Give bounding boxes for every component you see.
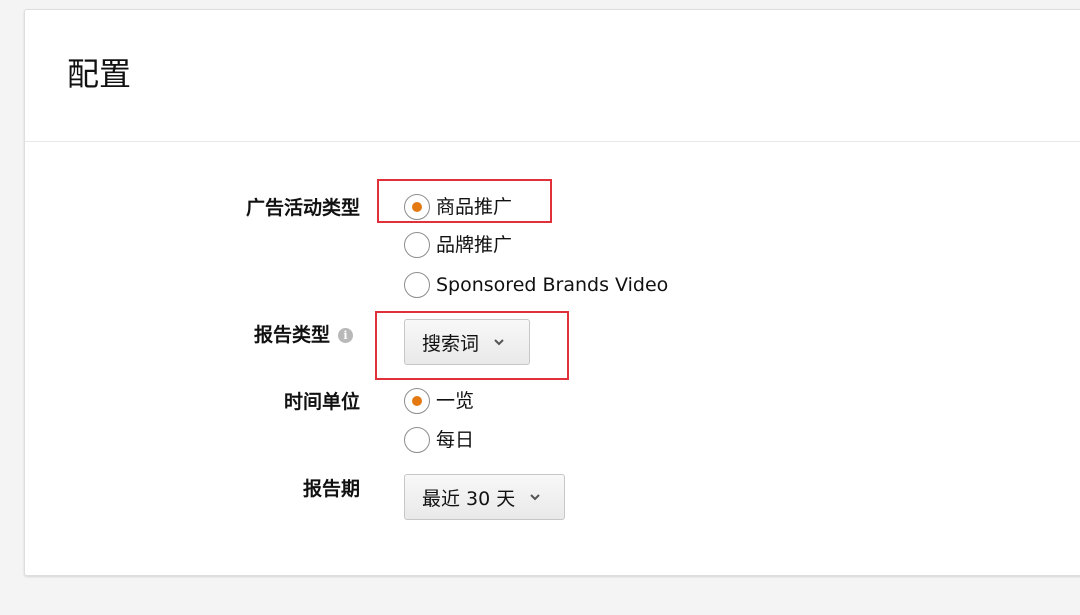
report-period-dropdown[interactable]: 最近 30 天 [404,474,565,520]
radio-button[interactable] [404,232,430,258]
radio-label: 品牌推广 [436,234,513,256]
page-title: 配置 [67,55,132,93]
radio-button[interactable] [404,272,430,298]
radio-label: Sponsored Brands Video [436,274,669,296]
campaign-type-label: 广告活动类型 [245,197,360,219]
report-period-label: 报告期 [302,478,360,500]
dropdown-value: 搜索词 [422,332,480,355]
time-unit-label: 时间单位 [283,391,360,413]
dropdown-value: 最近 30 天 [422,487,516,510]
radio-option-sponsored-brands[interactable]: 品牌推广 [404,231,512,259]
chevron-down-icon [530,494,540,501]
panel-header: 配置 [25,10,1080,142]
radio-option-daily[interactable]: 每日 [404,426,474,454]
info-icon[interactable]: i [338,328,353,343]
report-type-label: 报告类型 [253,324,330,346]
chevron-down-icon [494,339,504,346]
radio-button[interactable] [404,388,430,414]
radio-label: 一览 [436,390,475,412]
radio-option-sponsored-brands-video[interactable]: Sponsored Brands Video [404,271,668,299]
radio-option-sponsored-products[interactable]: 商品推广 [404,193,512,221]
report-type-dropdown[interactable]: 搜索词 [404,319,530,365]
radio-button[interactable] [404,427,430,453]
radio-button[interactable] [404,194,430,220]
radio-label: 商品推广 [436,196,513,218]
radio-option-summary[interactable]: 一览 [404,387,474,415]
radio-label: 每日 [436,429,475,451]
